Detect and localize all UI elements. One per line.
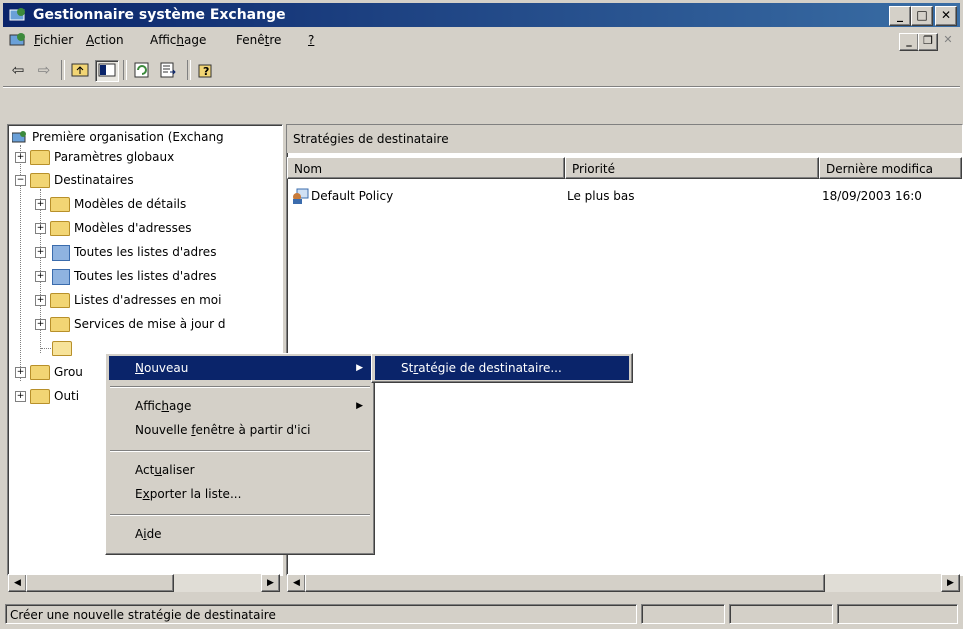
up-folder-icon[interactable] xyxy=(69,60,91,80)
collapse-icon[interactable]: − xyxy=(15,175,26,186)
close-button[interactable]: ✕ xyxy=(935,6,957,26)
table-row[interactable]: Default Policy Le plus bas 18/09/2003 16… xyxy=(287,185,962,207)
submenu-arrow-icon: ▶ xyxy=(356,363,363,373)
address-book-icon xyxy=(52,269,70,285)
menu-bar: Fichier Action Affichage Fenêtre ? _ ❐ ✕ xyxy=(3,28,960,54)
status-panel xyxy=(837,604,958,624)
console-icon[interactable] xyxy=(9,32,27,48)
folder-icon xyxy=(30,173,50,188)
column-header-priorite[interactable]: Priorité xyxy=(565,157,819,179)
console-root-icon xyxy=(11,130,28,144)
context-item-nouveau[interactable]: Nouveau ▶ xyxy=(109,356,371,380)
scroll-right-icon[interactable]: ▶ xyxy=(941,574,960,592)
expand-icon[interactable]: + xyxy=(35,271,46,282)
cell-priority: Le plus bas xyxy=(567,189,635,203)
context-item-aide[interactable]: Aide xyxy=(109,522,371,546)
mdi-close-button[interactable]: ✕ xyxy=(939,33,957,49)
folder-icon xyxy=(30,365,50,380)
expand-icon[interactable]: + xyxy=(15,367,26,378)
open-folder-icon xyxy=(52,341,72,356)
status-panel xyxy=(641,604,725,624)
address-book-icon xyxy=(52,245,70,261)
scroll-left-icon[interactable]: ◀ xyxy=(8,574,27,592)
toolbar: ⇦ ⇨ ? xyxy=(3,56,960,84)
folder-icon xyxy=(50,197,70,212)
folder-icon xyxy=(50,317,70,332)
refresh-icon[interactable] xyxy=(131,60,153,80)
expand-icon[interactable]: + xyxy=(15,391,26,402)
cell-name: Default Policy xyxy=(311,189,394,203)
menu-action[interactable]: Action xyxy=(86,33,124,47)
toolbar-divider xyxy=(3,86,960,88)
svg-text:?: ? xyxy=(203,65,209,78)
expand-icon[interactable]: + xyxy=(35,319,46,330)
toolbar-separator xyxy=(123,60,127,80)
export-list-icon[interactable] xyxy=(157,60,179,80)
scroll-left-icon[interactable]: ◀ xyxy=(287,574,306,592)
mdi-restore-button[interactable]: ❐ xyxy=(918,33,938,51)
scroll-thumb[interactable] xyxy=(305,574,825,592)
tree-hscrollbar[interactable]: ◀ ▶ xyxy=(8,574,280,592)
toolbar-separator xyxy=(187,60,191,80)
context-item-affichage[interactable]: Affichage ▶ xyxy=(109,394,371,418)
folder-icon xyxy=(50,221,70,236)
submenu: Stratégie de destinataire... xyxy=(371,353,633,383)
submenu-item-strategie-destinataire[interactable]: Stratégie de destinataire... xyxy=(375,356,629,380)
tree-line xyxy=(41,348,51,350)
menu-fichier[interactable]: Fichier xyxy=(34,33,73,47)
context-item-actualiser[interactable]: Actualiser xyxy=(109,458,371,482)
folder-icon xyxy=(30,150,50,165)
back-arrow-icon[interactable]: ⇦ xyxy=(7,60,29,80)
maximize-button[interactable]: □ xyxy=(911,6,933,26)
details-pane[interactable]: Stratégies de destinataire Nom Priorité … xyxy=(286,124,963,576)
exchange-app-icon xyxy=(9,7,27,23)
menu-separator xyxy=(110,450,370,452)
expand-icon[interactable]: + xyxy=(35,295,46,306)
column-header-derniere-modification[interactable]: Dernière modifica xyxy=(819,157,962,179)
context-menu: Nouveau ▶ Affichage ▶ Nouvelle fenêtre à… xyxy=(105,353,375,555)
help-icon[interactable]: ? xyxy=(195,60,217,80)
menu-separator xyxy=(110,386,370,388)
scroll-right-icon[interactable]: ▶ xyxy=(261,574,280,592)
menu-fenetre[interactable]: Fenêtre xyxy=(236,33,281,47)
context-item-exporter-liste[interactable]: Exporter la liste... xyxy=(109,482,371,506)
menu-separator xyxy=(110,514,370,516)
cell-modified: 18/09/2003 16:0 xyxy=(822,189,922,203)
toolbar-separator xyxy=(61,60,65,80)
folder-icon xyxy=(30,389,50,404)
status-bar: Créer une nouvelle stratégie de destinat… xyxy=(3,602,960,626)
scroll-thumb[interactable] xyxy=(26,574,174,592)
menu-help[interactable]: ? xyxy=(308,33,314,47)
expand-icon[interactable]: + xyxy=(35,247,46,258)
mdi-minimize-button[interactable]: _ xyxy=(899,33,919,51)
expand-icon[interactable]: + xyxy=(15,152,26,163)
policy-icon xyxy=(291,188,309,204)
column-header-nom[interactable]: Nom xyxy=(287,157,565,179)
expand-icon[interactable]: + xyxy=(35,199,46,210)
folder-icon xyxy=(50,293,70,308)
window-title: Gestionnaire système Exchange xyxy=(33,7,286,23)
submenu-arrow-icon: ▶ xyxy=(356,401,363,411)
menu-affichage[interactable]: Affichage xyxy=(150,33,206,47)
forward-arrow-icon[interactable]: ⇨ xyxy=(33,60,55,80)
tree-root-label: Première organisation (Exchang xyxy=(32,130,224,144)
title-bar[interactable]: Gestionnaire système Exchange _ □ ✕ xyxy=(3,3,960,27)
details-hscrollbar[interactable]: ◀ ▶ xyxy=(287,574,960,592)
context-item-nouvelle-fenetre[interactable]: Nouvelle fenêtre à partir d'ici xyxy=(109,418,371,442)
status-panel xyxy=(729,604,833,624)
show-hide-tree-icon[interactable] xyxy=(95,60,119,82)
expand-icon[interactable]: + xyxy=(35,223,46,234)
minimize-button[interactable]: _ xyxy=(889,6,911,26)
status-text: Créer une nouvelle stratégie de destinat… xyxy=(5,604,637,624)
details-pane-title: Stratégies de destinataire xyxy=(287,125,962,153)
